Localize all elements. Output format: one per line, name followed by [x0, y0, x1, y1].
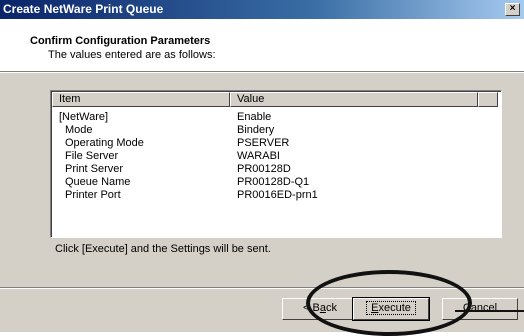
column-header-value[interactable]: Value: [230, 92, 478, 107]
row-value: Enable: [237, 111, 272, 123]
row-item: Mode: [65, 124, 93, 136]
row-value: PSERVER: [237, 137, 290, 149]
parameters-list[interactable]: Item Value [NetWare] Enable Mode Bindery…: [50, 90, 502, 238]
header-title: Confirm Configuration Parameters: [30, 35, 211, 47]
close-icon[interactable]: ×: [505, 3, 520, 16]
row-value: PR00128D-Q1: [237, 176, 310, 188]
row-item: Operating Mode: [65, 137, 144, 149]
row-item: Printer Port: [65, 189, 121, 201]
row-value: PR0016ED-prn1: [237, 189, 318, 201]
row-item: Print Server: [65, 163, 124, 175]
execute-hint: Click [Execute] and the Settings will be…: [55, 243, 271, 255]
wizard-header: Confirm Configuration Parameters The val…: [0, 19, 524, 71]
column-header-filler: [478, 92, 498, 107]
row-item: Queue Name: [65, 176, 131, 188]
header-subtitle: The values entered are as follows:: [48, 49, 216, 61]
highlight-pointer-line: [455, 310, 524, 312]
row-value: Bindery: [237, 124, 275, 136]
row-value: WARABI: [237, 150, 280, 162]
row-item: [NetWare]: [59, 111, 109, 123]
title-bar: Create NetWare Print Queue ×: [0, 0, 524, 19]
column-header-item[interactable]: Item: [52, 92, 230, 107]
row-item: File Server: [65, 150, 119, 162]
highlight-ellipse: [306, 270, 472, 336]
row-value: PR00128D: [237, 163, 291, 175]
window-title: Create NetWare Print Queue: [3, 2, 164, 16]
